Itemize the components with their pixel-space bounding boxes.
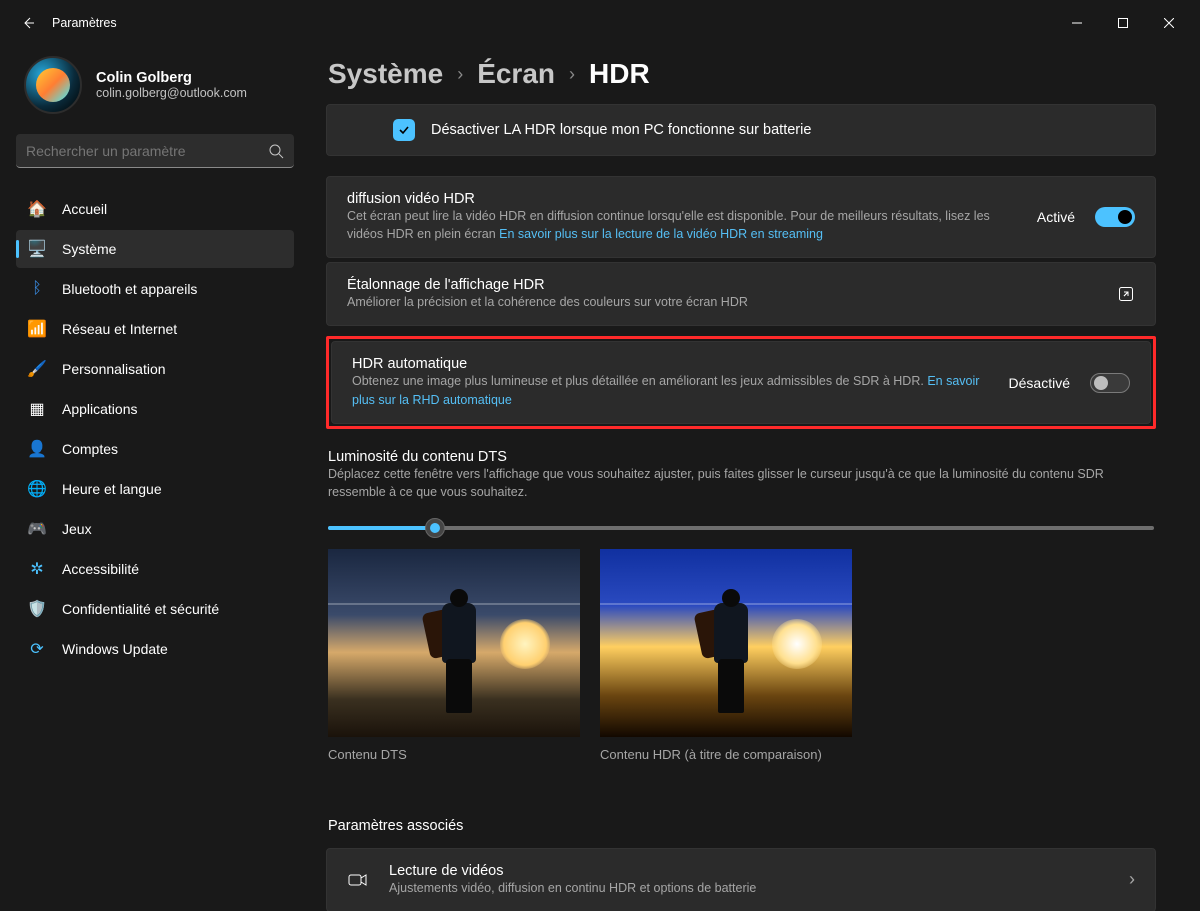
card-auto-hdr: HDR automatique Obtenez une image plus l…	[331, 341, 1151, 423]
autohdr-status: Désactivé	[1009, 375, 1070, 391]
sidebar-item-label: Heure et langue	[62, 481, 162, 497]
sidebar-item-label: Confidentialité et sécurité	[62, 601, 219, 617]
video-icon	[347, 869, 369, 891]
sidebar-item-label: Windows Update	[62, 641, 168, 657]
sidebar-item-update[interactable]: ⟳ Windows Update	[16, 630, 294, 668]
sidebar-item-time[interactable]: 🌐 Heure et langue	[16, 470, 294, 508]
sidebar-item-system[interactable]: 🖥️ Système	[16, 230, 294, 268]
streaming-toggle[interactable]	[1095, 207, 1135, 227]
chevron-right-icon: ›	[457, 64, 463, 85]
check-icon	[397, 123, 411, 137]
profile-section[interactable]: Colin Golberg colin.golberg@outlook.com	[16, 46, 294, 134]
sidebar-item-gaming[interactable]: 🎮 Jeux	[16, 510, 294, 548]
sidebar-item-label: Personnalisation	[62, 361, 166, 377]
search-input[interactable]	[26, 143, 268, 159]
breadcrumb-screen[interactable]: Écran	[477, 58, 555, 90]
sidebar-item-personalization[interactable]: 🖌️ Personnalisation	[16, 350, 294, 388]
system-icon: 🖥️	[28, 240, 46, 258]
card-video-playback[interactable]: Lecture de vidéos Ajustements vidéo, dif…	[326, 848, 1156, 911]
breadcrumb: Système › Écran › HDR	[326, 58, 1156, 90]
slider-thumb[interactable]	[425, 518, 445, 538]
profile-name: Colin Golberg	[96, 70, 247, 86]
home-icon: 🏠	[28, 200, 46, 218]
sidebar-item-label: Accessibilité	[62, 561, 139, 577]
bluetooth-icon: ᛒ	[28, 280, 46, 298]
gaming-icon: 🎮	[28, 520, 46, 538]
autohdr-toggle[interactable]	[1090, 373, 1130, 393]
window-title: Paramètres	[52, 16, 117, 30]
back-button[interactable]	[8, 3, 48, 43]
breadcrumb-system[interactable]: Système	[328, 58, 443, 90]
dts-preview-image	[328, 549, 580, 737]
sidebar-item-apps[interactable]: ▦ Applications	[16, 390, 294, 428]
autohdr-desc: Obtenez une image plus lumineuse et plus…	[352, 372, 993, 408]
close-button[interactable]	[1146, 7, 1192, 39]
sidebar-item-label: Système	[62, 241, 116, 257]
hdr-preview-image	[600, 549, 852, 737]
network-icon: 📶	[28, 320, 46, 338]
hdr-preview-label: Contenu HDR (à titre de comparaison)	[600, 747, 852, 762]
personalization-icon: 🖌️	[28, 360, 46, 378]
sidebar-item-bluetooth[interactable]: ᛒ Bluetooth et appareils	[16, 270, 294, 308]
avatar	[24, 56, 82, 114]
streaming-status: Activé	[1037, 209, 1075, 225]
streaming-learn-more-link[interactable]: En savoir plus sur la lecture de la vidé…	[499, 227, 823, 241]
sidebar-item-label: Jeux	[62, 521, 92, 537]
sidebar-item-label: Comptes	[62, 441, 118, 457]
breadcrumb-current: HDR	[589, 58, 650, 90]
autohdr-title: HDR automatique	[352, 356, 993, 372]
search-icon	[268, 143, 284, 159]
accessibility-icon: ✲	[28, 560, 46, 578]
related-heading: Paramètres associés	[328, 818, 1156, 834]
privacy-icon: 🛡️	[28, 600, 46, 618]
chevron-right-icon: ›	[1129, 869, 1135, 890]
search-box[interactable]	[16, 134, 294, 168]
highlight-auto-hdr: HDR automatique Obtenez une image plus l…	[326, 336, 1156, 428]
calibration-desc: Améliorer la précision et la cohérence d…	[347, 293, 1101, 311]
sidebar-item-label: Applications	[62, 401, 138, 417]
apps-icon: ▦	[28, 400, 46, 418]
card-battery-hdr: Désactiver LA HDR lorsque mon PC fonctio…	[326, 104, 1156, 156]
card-hdr-streaming: diffusion vidéo HDR Cet écran peut lire …	[326, 176, 1156, 258]
dts-preview-label: Contenu DTS	[328, 747, 580, 762]
sidebar-item-label: Bluetooth et appareils	[62, 281, 197, 297]
accounts-icon: 👤	[28, 440, 46, 458]
dts-desc: Déplacez cette fenêtre vers l'affichage …	[326, 465, 1156, 501]
sidebar-item-label: Accueil	[62, 201, 107, 217]
sidebar-item-label: Réseau et Internet	[62, 321, 177, 337]
sidebar-item-accounts[interactable]: 👤 Comptes	[16, 430, 294, 468]
video-playback-title: Lecture de vidéos	[389, 863, 1113, 879]
sidebar-item-network[interactable]: 📶 Réseau et Internet	[16, 310, 294, 348]
dts-brightness-slider[interactable]	[328, 519, 1154, 537]
card-hdr-calibration[interactable]: Étalonnage de l'affichage HDR Améliorer …	[326, 262, 1156, 326]
dts-title: Luminosité du contenu DTS	[326, 449, 1156, 465]
minimize-button[interactable]	[1054, 7, 1100, 39]
maximize-button[interactable]	[1100, 7, 1146, 39]
video-playback-desc: Ajustements vidéo, diffusion en continu …	[389, 879, 1113, 897]
sidebar-item-accessibility[interactable]: ✲ Accessibilité	[16, 550, 294, 588]
battery-hdr-label: Désactiver LA HDR lorsque mon PC fonctio…	[431, 122, 811, 138]
streaming-title: diffusion vidéo HDR	[347, 191, 1021, 207]
update-icon: ⟳	[28, 640, 46, 658]
sidebar-item-home[interactable]: 🏠 Accueil	[16, 190, 294, 228]
streaming-desc: Cet écran peut lire la vidéo HDR en diff…	[347, 207, 1021, 243]
calibration-title: Étalonnage de l'affichage HDR	[347, 277, 1101, 293]
open-external-icon	[1117, 285, 1135, 303]
battery-hdr-checkbox[interactable]	[393, 119, 415, 141]
time-icon: 🌐	[28, 480, 46, 498]
profile-email: colin.golberg@outlook.com	[96, 86, 247, 100]
chevron-right-icon: ›	[569, 64, 575, 85]
sidebar-item-privacy[interactable]: 🛡️ Confidentialité et sécurité	[16, 590, 294, 628]
